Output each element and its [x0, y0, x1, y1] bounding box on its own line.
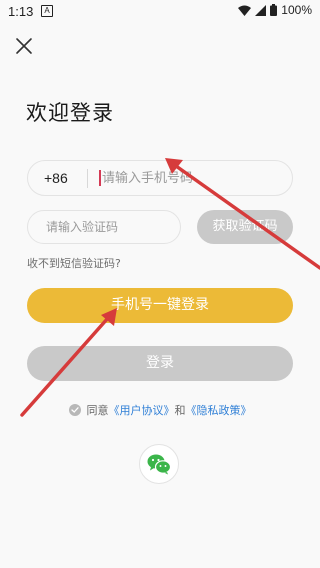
privacy-policy-link[interactable]: 《隐私政策》: [186, 402, 252, 418]
agree-checkbox[interactable]: [68, 404, 81, 416]
close-button[interactable]: [12, 34, 36, 58]
wifi-icon: [238, 5, 252, 16]
wechat-login-button[interactable]: [139, 444, 179, 484]
agreement-prefix: 同意: [86, 404, 109, 417]
signal-icon: [255, 4, 267, 16]
agreement-connector: 和: [174, 404, 186, 417]
a-notification-icon: A: [41, 5, 53, 17]
page-title: 欢迎登录: [26, 101, 114, 125]
field-divider: [87, 169, 88, 188]
battery-percentage: 100%: [281, 3, 312, 17]
status-time: 1:13: [8, 4, 34, 19]
verification-code-field[interactable]: [27, 210, 181, 244]
country-code[interactable]: +86: [44, 170, 68, 186]
no-code-link[interactable]: 收不到短信验证码?: [27, 255, 121, 271]
wechat-icon: [147, 454, 171, 475]
user-agreement-link[interactable]: 《用户协议》: [109, 402, 175, 418]
agreement-row: 同意 《用户协议》 和 《隐私政策》: [0, 402, 320, 418]
verification-code-input[interactable]: [46, 211, 176, 243]
status-bar: 1:13 A 100%: [0, 0, 320, 22]
phone-input[interactable]: [102, 161, 282, 195]
battery-icon: [270, 4, 278, 16]
phone-field[interactable]: +86: [27, 160, 293, 196]
one-click-login-button[interactable]: 手机号一键登录: [27, 288, 293, 323]
get-code-button[interactable]: 获取验证码: [197, 210, 293, 244]
login-button[interactable]: 登录: [27, 346, 293, 381]
close-icon: [16, 38, 32, 54]
text-cursor: [99, 170, 101, 186]
check-icon: [70, 407, 79, 413]
status-icons: 100%: [238, 3, 312, 17]
